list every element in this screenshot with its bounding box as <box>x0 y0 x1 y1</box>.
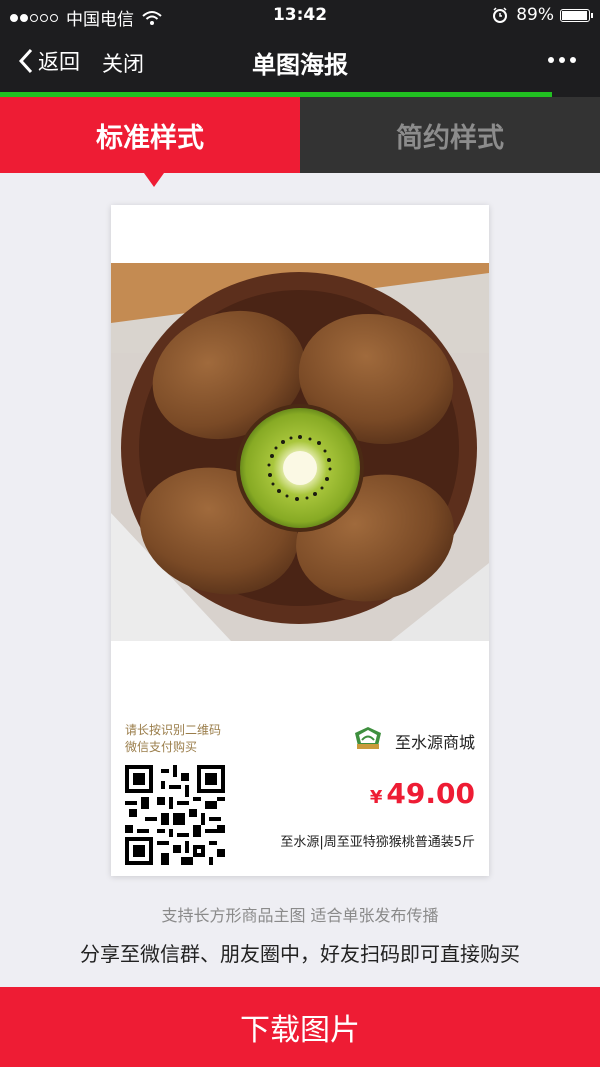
tab-standard-style[interactable]: 标准样式 <box>0 97 300 173</box>
qr-hint-line-2: 微信支付购买 <box>125 740 198 754</box>
nav-bar: 返回 关闭 单图海报 <box>0 32 600 92</box>
qr-hint-text: 请长按识别二维码 微信支付购买 <box>125 722 221 756</box>
product-name: 至水源|周至亚特猕猴桃普通装5斤 <box>280 835 475 850</box>
shop-logo-icon <box>355 727 381 749</box>
currency-symbol: ¥ <box>369 787 383 808</box>
style-tabs: 标准样式 简约样式 <box>0 97 600 173</box>
kiwifruit-photo <box>111 263 489 641</box>
battery-percent: 89% <box>516 5 554 25</box>
active-tab-indicator <box>144 173 164 187</box>
more-dots-icon[interactable] <box>543 57 576 63</box>
shop-name: 至水源商城 <box>395 733 476 752</box>
tab-simple-style[interactable]: 简约样式 <box>300 97 600 173</box>
status-bar: 中国电信 13:42 89% <box>0 0 600 32</box>
product-price: ¥49.00 <box>370 777 475 810</box>
poster-card: 请长按识别二维码 微信支付购买 至水源商城 ¥ 49.00 至水源|周至亚特猕猴… <box>111 205 489 876</box>
page-title: 单图海报 <box>252 51 348 79</box>
tip-line-2: 分享至微信群、朋友圈中，好友扫码即可直接购买 <box>80 942 520 966</box>
qr-code[interactable] <box>125 765 225 865</box>
qr-hint-line-1: 请长按识别二维码 <box>125 723 222 737</box>
alarm-icon <box>493 7 508 23</box>
price-value: 49.00 <box>386 777 475 810</box>
download-image-button[interactable]: 下载图片 <box>0 987 600 1067</box>
status-right: 89% <box>492 5 593 25</box>
battery-icon <box>560 8 593 22</box>
battery-fill <box>562 10 587 20</box>
tip-line-1: 支持长方形商品主图 适合单张发布传播 <box>161 906 439 925</box>
